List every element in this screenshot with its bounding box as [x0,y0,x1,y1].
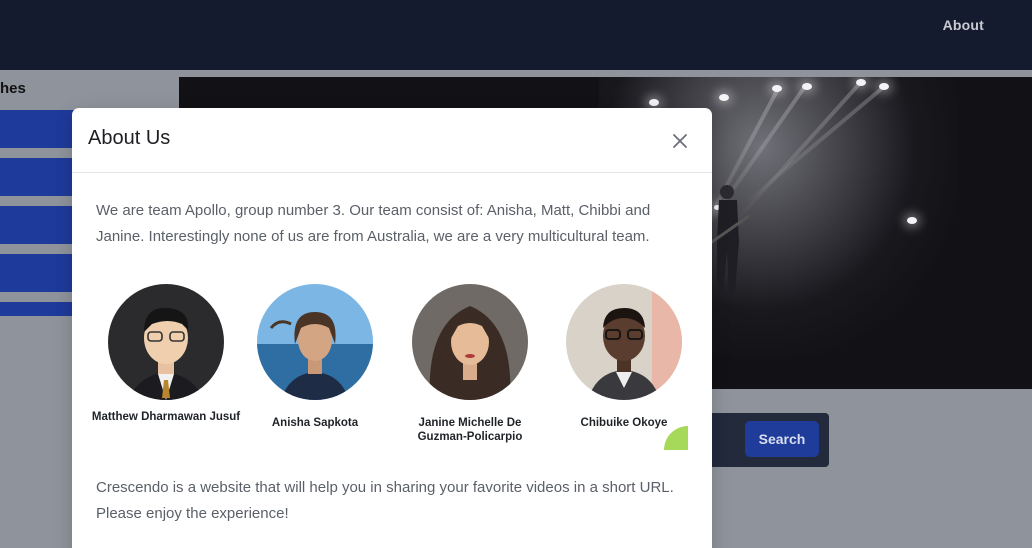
sidebar-button[interactable] [0,158,76,196]
member-name: Anisha Sapkota [271,417,359,429]
sidebar-title: hes [0,80,26,97]
team-intro-text: We are team Apollo, group number 3. Our … [96,202,651,245]
top-navbar: About [0,0,1032,70]
member-photo [257,284,373,400]
member-photo [412,284,528,400]
team-member-card: Anisha Sapkota [240,284,390,430]
site-description-text: Crescendo is a website that will help yo… [96,479,674,522]
member-name: Janine Michelle De Guzman-Policarpio [417,417,523,443]
member-name: Matthew Dharmawan Jusuf [91,411,241,423]
sidebar-button[interactable] [0,110,76,148]
team-member-card: Matthew Dharmawan Jusuf [91,284,241,424]
modal-title: About Us [88,127,171,149]
team-member-card: Janine Michelle De Guzman-Policarpio [395,284,545,444]
sidebar-button[interactable] [0,302,76,316]
nav-about-link[interactable]: About [943,17,984,33]
modal-header: About Us [72,108,712,173]
member-photo [108,284,224,400]
sidebar-button[interactable] [0,206,76,244]
sidebar-button[interactable] [0,254,76,292]
about-us-modal: About Us We are team Apollo, group numbe… [72,108,712,548]
team-member-card: Chibuike Okoye [549,284,699,430]
search-button[interactable]: Search [745,421,819,457]
guitarist-silhouette [709,185,749,292]
member-photo [566,284,682,400]
close-icon[interactable] [668,129,692,153]
